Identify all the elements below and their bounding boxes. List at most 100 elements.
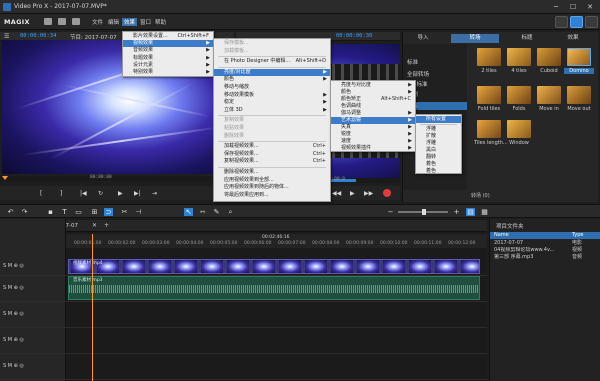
transition-thumb[interactable] [507,86,531,104]
menu-item[interactable]: 保存视频效果... Ctrl+ [214,151,330,158]
menu-item[interactable]: 黑白 [416,147,461,154]
menu-item[interactable]: 速度 ▶ [331,138,415,145]
project-column-header[interactable]: Name Type [490,232,600,239]
tab-import[interactable]: 导入 [403,34,443,43]
open-folder-icon[interactable] [58,18,66,25]
menu-item[interactable]: 影片效果设置... Ctrl+Shift+F [123,33,213,40]
zoom-in-icon[interactable]: + [452,208,461,216]
next-frame-icon[interactable]: ▶▶ [364,190,373,197]
menu-item[interactable]: 浮雕 [416,126,461,133]
menu-item[interactable]: 艺术滤镜 ▶ [331,117,415,124]
prev-frame-icon[interactable]: ◀◀ [332,190,341,197]
group-icon[interactable]: ⊞ [90,208,99,216]
menu-item[interactable]: 删除视频效果... [214,169,330,176]
new-file-icon[interactable] [44,18,52,25]
edit-mode-button[interactable] [570,16,583,28]
track-controls[interactable]: S M ⊕ ◎ [3,337,24,343]
menu-item[interactable]: 色调曲线 [331,103,415,110]
list-item[interactable]: 第三部 序幕.mp3 音频 [490,254,600,261]
menu-item[interactable]: 亮度/对比度 ▶ [214,68,330,76]
menu-item[interactable]: 翻转 [416,154,461,161]
split-icon[interactable]: ⊣ [134,208,143,216]
transition-thumb-selected[interactable] [567,48,591,66]
zoom-slider-handle[interactable] [422,209,426,215]
zoom-tool-icon[interactable]: ⌕ [226,208,235,216]
scrub-marker-icon[interactable] [2,176,8,180]
track-controls[interactable]: S M ⊕ ◎ [3,285,24,291]
maximize-button[interactable]: ☐ [565,1,581,13]
menu-effects[interactable]: 效果 [122,18,138,26]
zoom-slider[interactable] [398,209,448,215]
delete-icon[interactable]: ▪ [46,208,55,216]
tab-effects[interactable]: 效果 [553,34,593,43]
menu-item[interactable]: 移动与缩放 [214,84,330,91]
menu-window[interactable]: 窗口 [140,18,151,26]
pointer-icon[interactable]: ↖ [184,208,193,216]
hamburger-icon[interactable]: ☰ [4,33,9,40]
menu-item[interactable]: 颜色 ▶ [331,89,415,96]
menu-item[interactable]: 复制视频效果... Ctrl+ [214,158,330,165]
minimize-button[interactable]: ─ [548,1,564,13]
menu-item[interactable]: 将最后效果应用到... [214,192,330,199]
range-icon[interactable]: ⇿ [198,208,207,216]
redo-icon[interactable]: ↷ [20,208,29,216]
menu-item[interactable]: 扩散 [416,133,461,140]
menu-item[interactable]: 颜色矫正 Alt+Shift+C [331,96,415,103]
menu-item[interactable]: 标题效果 ▶ [123,55,213,62]
menu-file[interactable]: 文件 [92,18,103,26]
menu-item[interactable]: 移动效果模板 ▶ [214,92,330,99]
menu-item[interactable]: 锐度 ▶ [331,131,415,138]
video-clip[interactable]: 视频素材 mp4 [68,259,480,274]
tab-add-icon[interactable]: + [104,222,109,229]
draw-icon[interactable]: ✎ [212,208,221,216]
menu-item[interactable]: 伽马调整 ▶ [331,110,415,117]
menu-item[interactable]: 着色 [416,161,461,168]
storyboard-view-icon[interactable]: ▦ [480,208,489,216]
play-icon[interactable]: ▶ [118,190,123,197]
close-button[interactable]: ✕ [582,1,598,13]
track-controls[interactable]: S M ⊕ ◎ [3,311,24,317]
mark-in-icon[interactable]: [ [40,190,42,197]
insert-icon[interactable]: ⇥ [152,190,157,197]
menu-item[interactable]: 浮雕 [416,140,461,147]
track-controls[interactable]: S M ⊕ ◎ [3,363,24,369]
column-type[interactable]: Type [572,232,583,239]
menu-item[interactable]: 立体 3D ▶ [214,107,330,114]
menu-item[interactable]: 所有设置 [416,116,461,123]
save-icon[interactable] [72,18,80,25]
transition-thumb[interactable] [507,48,531,66]
tab-close-icon[interactable]: ✕ [92,222,97,229]
tab-transitions[interactable]: 转场 [451,34,499,43]
mark-out-icon[interactable]: ] [60,190,62,197]
undo-icon[interactable]: ↶ [6,208,15,216]
list-item[interactable]: 04视频剪辑论坛www.4v... 视频 [490,247,600,254]
column-name[interactable]: Name [494,232,509,239]
menu-item[interactable]: 亮度与对比度 ▶ [331,82,415,89]
marker-icon[interactable]: ▭ [74,208,83,216]
tab-titles[interactable]: 标题 [507,34,547,43]
transition-thumb[interactable] [537,48,561,66]
loop-icon[interactable]: ↻ [98,190,103,197]
transition-thumb[interactable] [477,86,501,104]
transition-thumb[interactable] [477,120,501,138]
transition-thumb[interactable] [537,86,561,104]
audio-clip[interactable]: 音乐素材 mp3 [68,276,480,300]
menu-item[interactable]: 特别效果 ▶ [123,69,213,76]
menu-item[interactable]: 失真 ▶ [331,124,415,131]
menu-item[interactable]: 加载视频效果... Ctrl+ [214,143,330,150]
menu-item[interactable]: 在 Photo Designer 中编辑... Alt+Shift+D [214,58,330,65]
jump-end-icon[interactable]: ▶| [134,190,141,197]
menu-item[interactable]: 应用视频效果到全部... [214,177,330,184]
transition-thumb[interactable] [477,48,501,66]
cut-icon[interactable]: ✂ [120,208,129,216]
track-controls[interactable]: S M ⊕ ◎ [3,263,24,269]
menu-item[interactable]: 应用视频效果到随后的物体... [214,184,330,191]
menu-item[interactable]: 设计元素 ▶ [123,62,213,69]
playhead[interactable] [92,234,93,381]
menu-item[interactable]: 颜色 ▶ [214,76,330,83]
link-icon[interactable]: ⊃ [104,208,113,216]
menu-item[interactable]: 稳定 ▶ [214,99,330,106]
tree-item-standard[interactable]: 标准 [407,58,418,66]
transition-thumb[interactable] [507,120,531,138]
program-play-icon[interactable]: ▶ [350,190,355,197]
